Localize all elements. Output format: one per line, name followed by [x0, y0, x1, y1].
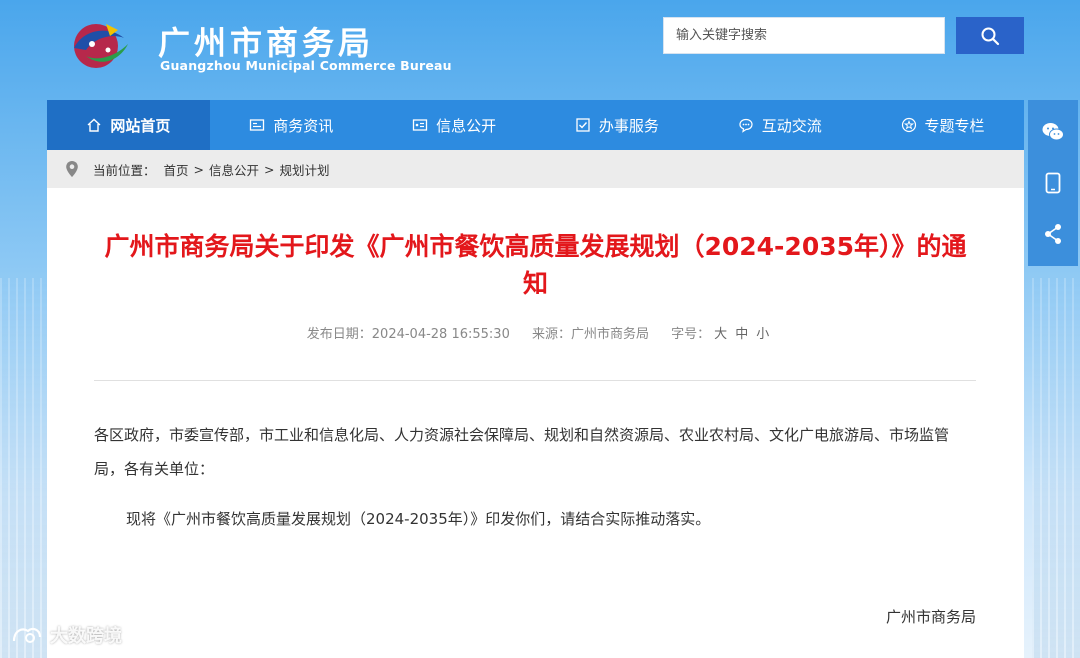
main-nav: 网站首页 商务资讯 信息公开 办事服务 互动交流 专题专栏	[47, 100, 1024, 150]
site-header: 广州市商务局 Guangzhou Municipal Commerce Bure…	[0, 0, 1080, 100]
chat-icon	[739, 118, 753, 133]
mobile-button[interactable]	[1038, 168, 1068, 198]
article-paragraph-addressees: 各区政府，市委宣传部，市工业和信息化局、人力资源社会保障局、规划和自然资源局、农…	[94, 426, 950, 478]
skyline-right-decoration	[1032, 278, 1080, 658]
publish-date: 发布日期：2024-04-28 16:55:30	[306, 327, 510, 342]
nav-item-services[interactable]: 办事服务	[535, 100, 698, 150]
share-icon	[1045, 224, 1061, 245]
bureau-logo-icon	[74, 24, 128, 68]
nav-item-label: 信息公开	[436, 116, 497, 135]
search-button[interactable]	[956, 17, 1024, 54]
font-size-medium-button[interactable]: 中	[735, 327, 748, 342]
mobile-icon	[1045, 172, 1061, 194]
home-icon	[87, 118, 101, 132]
article-title: 广州市商务局关于印发《广州市餐饮高质量发展规划（2024-2035年）》的通知	[104, 232, 967, 298]
nav-item-label: 互动交流	[761, 116, 822, 135]
search-icon	[981, 27, 1000, 45]
news-icon	[250, 119, 265, 131]
location-pin-icon	[66, 161, 78, 177]
font-size-label: 字号：	[671, 327, 711, 342]
side-share-toolbar	[1028, 100, 1078, 266]
skyline-left-decoration	[0, 278, 48, 658]
checkbox-icon	[576, 118, 590, 132]
font-size-small-button[interactable]: 小	[756, 327, 769, 342]
article-meta: 发布日期：2024-04-28 16:55:30 来源：广州市商务局 字号：大中…	[47, 323, 1024, 342]
site-subtitle: Guangzhou Municipal Commerce Bureau	[160, 58, 452, 73]
nav-item-label: 办事服务	[598, 116, 659, 135]
wechat-icon	[1042, 122, 1064, 141]
watermark-logo-icon	[12, 627, 42, 643]
nav-item-label: 网站首页	[110, 116, 171, 135]
watermark: 大数跨境	[10, 622, 122, 648]
breadcrumb: 当前位置： 首页 > 信息公开 > 规划计划	[47, 150, 1024, 188]
star-icon	[901, 117, 916, 133]
nav-item-special-topics[interactable]: 专题专栏	[861, 100, 1024, 150]
breadcrumb-item-home[interactable]: 首页	[164, 160, 189, 179]
watermark-text: 大数跨境	[50, 626, 122, 647]
breadcrumb-item-planning[interactable]: 规划计划	[280, 160, 330, 179]
breadcrumb-prefix: 当前位置：	[93, 162, 156, 178]
nav-item-interaction[interactable]: 互动交流	[698, 100, 861, 150]
article-signature: 广州市商务局	[885, 608, 976, 626]
nav-item-news[interactable]: 商务资讯	[210, 100, 373, 150]
nav-item-label: 商务资讯	[273, 116, 334, 135]
article-paragraph-notice: 现将《广州市餐饮高质量发展规划（2024-2035年）》印发你们，请结合实际推动…	[126, 510, 711, 528]
breadcrumb-item-info-disclosure[interactable]: 信息公开	[209, 160, 259, 179]
breadcrumb-separator: >	[193, 161, 205, 177]
breadcrumb-separator: >	[264, 161, 275, 177]
nav-item-home[interactable]: 网站首页	[47, 100, 210, 150]
article-source: 来源：广州市商务局	[532, 327, 650, 342]
info-icon	[412, 119, 428, 131]
title-divider	[94, 380, 976, 381]
font-size-large-button[interactable]: 大	[714, 327, 727, 342]
nav-item-info-disclosure[interactable]: 信息公开	[373, 100, 536, 150]
share-button[interactable]	[1038, 219, 1068, 249]
wechat-button[interactable]	[1038, 117, 1068, 147]
search-input[interactable]	[663, 17, 945, 54]
nav-item-label: 专题专栏	[924, 116, 985, 135]
article-container: 广州市商务局关于印发《广州市餐饮高质量发展规划（2024-2035年）》的通知 …	[47, 188, 1024, 658]
